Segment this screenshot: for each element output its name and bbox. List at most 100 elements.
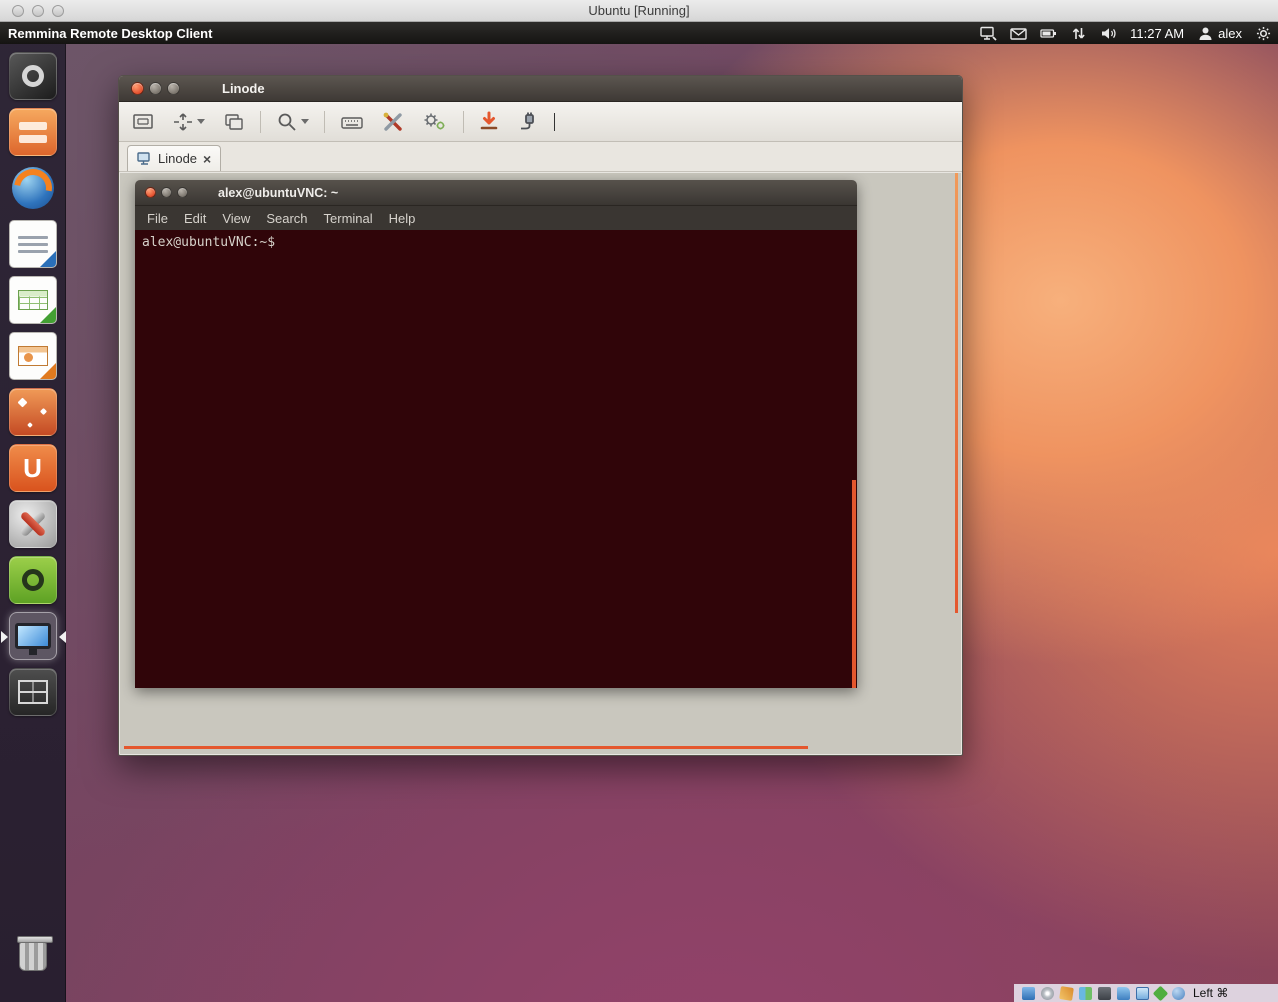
terminal-maximize-button[interactable] [177,187,188,198]
menu-search[interactable]: Search [266,211,307,226]
launcher-workspace-switcher[interactable] [9,668,57,716]
launcher-ubuntu-one[interactable]: U [9,444,57,492]
menu-file[interactable]: File [147,211,168,226]
remmina-minimize-button[interactable] [149,82,162,95]
scale-button[interactable] [273,109,312,135]
network-icon[interactable] [1079,987,1092,1000]
mail-icon[interactable] [1010,26,1027,41]
clock[interactable]: 11:27 AM [1130,26,1184,41]
indicator-area: 11:27 AM alex [980,22,1272,44]
shared-folder-icon[interactable] [1117,987,1130,1000]
launcher-libreoffice-writer[interactable] [9,220,57,268]
terminal-window-title: alex@ubuntuVNC: ~ [218,186,338,200]
vm-window-title: Ubuntu [Running] [0,3,1278,18]
terminal-screen[interactable]: alex@ubuntuVNC:~$ [135,230,857,688]
ubuntu-top-panel: Remmina Remote Desktop Client 11:27 AM a… [0,22,1278,44]
ubuntu-logo-icon [22,65,44,87]
preferences-button[interactable] [419,108,451,136]
refresh-icon [479,111,499,133]
launcher-libreoffice-calc[interactable] [9,276,57,324]
terminal-prompt: alex@ubuntuVNC:~$ [142,235,275,250]
render-artifact-vline [955,173,958,613]
vm-close-button[interactable] [12,5,24,17]
remmina-window-title: Linode [222,81,265,96]
volume-icon[interactable] [1100,26,1117,41]
tab-close-button[interactable]: × [203,152,211,166]
vbox-statusbar: Left ⌘ [1014,984,1278,1002]
fullscreen-dropdown[interactable] [197,119,205,124]
cd-icon[interactable] [1041,987,1054,1000]
launcher-firefox[interactable] [9,164,57,212]
remmina-maximize-button[interactable] [167,82,180,95]
fullscreen-icon [172,112,194,132]
fit-window-icon [132,112,154,132]
vm-window-titlebar[interactable]: Ubuntu [Running] [0,0,1278,22]
launcher-libreoffice-impress[interactable] [9,332,57,380]
mouse-icon[interactable] [1172,987,1185,1000]
launcher-files[interactable] [9,108,57,156]
features-icon[interactable] [1153,985,1169,1001]
unity-launcher: U [0,44,66,1002]
terminal-close-button[interactable] [145,187,156,198]
launcher-trash[interactable] [9,932,57,980]
user-name: alex [1218,26,1242,41]
remmina-close-button[interactable] [131,82,144,95]
keyboard-icon [340,112,364,132]
audio-icon[interactable] [1059,986,1074,1001]
menu-view[interactable]: View [222,211,250,226]
terminal-window-controls [135,187,188,198]
tabs-icon [223,112,245,132]
remmina-tabbar: Linode × [119,142,962,172]
vm-window-controls [12,5,64,17]
fullscreen-button[interactable] [169,109,208,135]
tab-monitor-icon [137,152,152,165]
terminal-window: alex@ubuntuVNC: ~ File Edit View Search … [135,180,857,688]
session-menu[interactable] [1255,26,1272,41]
remmina-titlebar[interactable]: Linode [119,76,962,102]
toolbar-separator [324,111,325,133]
remmina-toolbar [119,102,962,142]
launcher-software-green[interactable] [9,556,57,604]
remote-display-icon[interactable] [980,26,997,41]
trash-icon [19,941,47,971]
updown-arrows-icon[interactable] [1070,26,1087,41]
launcher-dash-home[interactable] [9,52,57,100]
tab-label: Linode [158,151,197,166]
terminal-titlebar[interactable]: alex@ubuntuVNC: ~ [135,180,857,206]
launcher-system-settings[interactable] [9,500,57,548]
user-icon [1197,26,1214,41]
green-app-icon [22,569,44,591]
render-artifact-terminal [852,480,856,688]
hdd-icon[interactable] [1022,987,1035,1000]
launcher-software-center[interactable] [9,388,57,436]
disconnect-button[interactable] [514,108,542,136]
battery-icon[interactable] [1040,26,1057,41]
tabs-button[interactable] [220,109,248,135]
display-icon[interactable] [1136,987,1149,1000]
menu-terminal[interactable]: Terminal [324,211,373,226]
fit-window-button[interactable] [129,109,157,135]
menu-edit[interactable]: Edit [184,211,206,226]
running-indicator-arrow [1,631,8,643]
ubuntu-one-icon: U [23,453,42,484]
zoom-icon [276,112,298,132]
user-menu[interactable]: alex [1197,26,1242,41]
tools-button[interactable] [379,108,407,136]
writer-icon [18,236,48,239]
keyboard-grab-button[interactable] [337,109,367,135]
terminal-minimize-button[interactable] [161,187,172,198]
vm-minimize-button[interactable] [32,5,44,17]
terminal-menubar: File Edit View Search Terminal Help [135,206,857,230]
launcher-remmina[interactable] [9,612,57,660]
refresh-button[interactable] [476,108,502,136]
usb-icon[interactable] [1098,987,1111,1000]
toolbar-separator [463,111,464,133]
toolbar-text-cursor [554,113,555,131]
scale-dropdown[interactable] [301,119,309,124]
firefox-icon [12,167,54,209]
remmina-window: Linode [118,75,963,756]
session-gear-icon [1255,26,1272,41]
tab-linode[interactable]: Linode × [127,145,221,171]
vm-zoom-button[interactable] [52,5,64,17]
menu-help[interactable]: Help [389,211,416,226]
